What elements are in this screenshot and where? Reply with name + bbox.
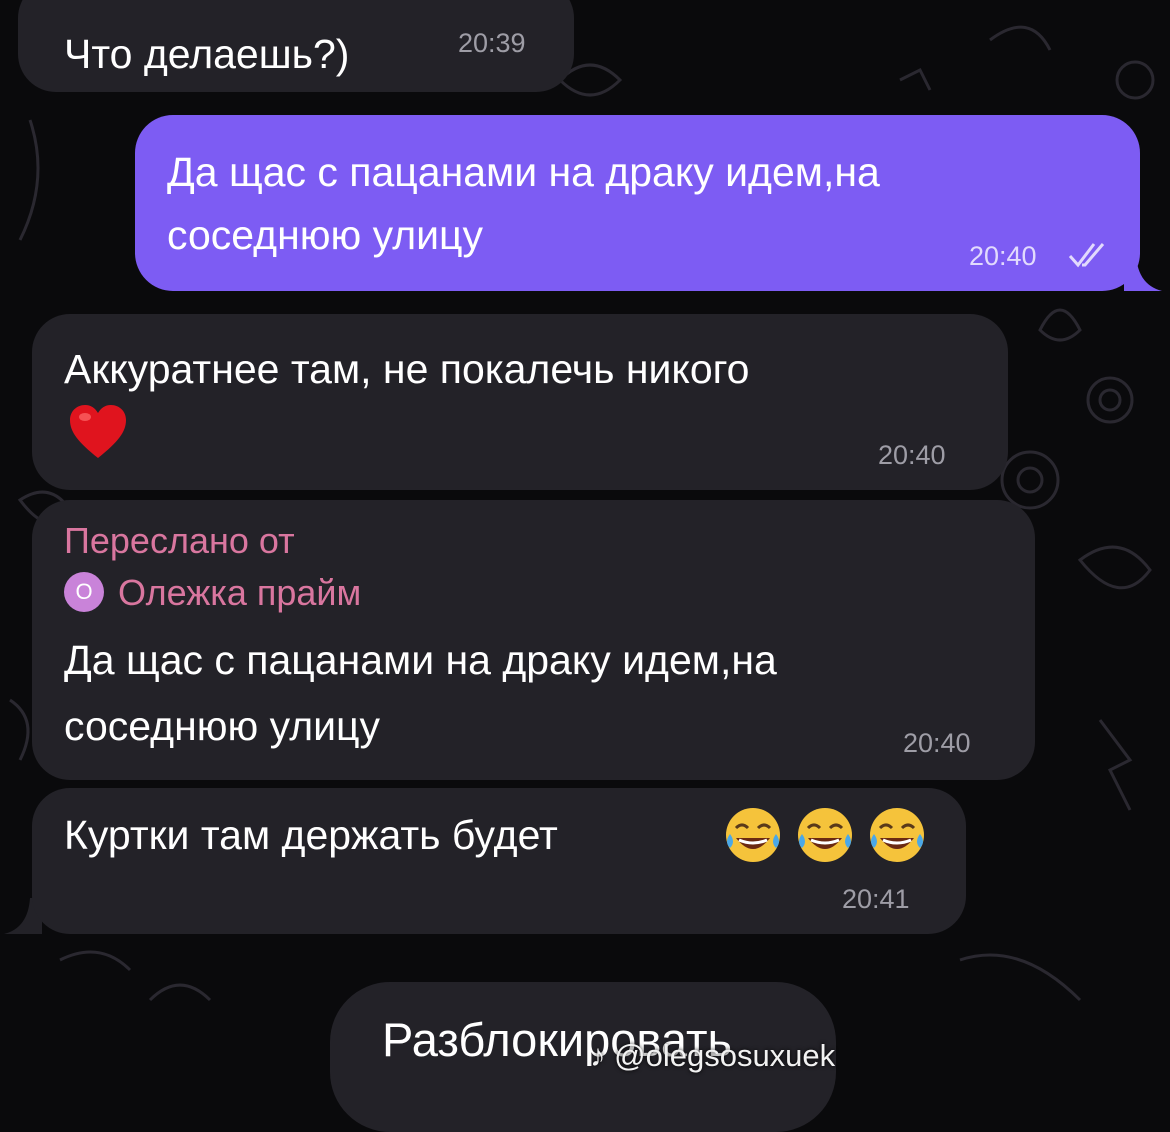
incoming-message[interactable]: Аккуратнее там, не покалечь никого 20:40 (32, 314, 1008, 490)
incoming-message[interactable]: Что делаешь?) 20:39 (18, 0, 574, 92)
message-time: 20:40 (969, 241, 1037, 271)
message-text-line-2: соседнюю улицу (167, 212, 484, 258)
message-text-line-1: Да щас с пацанами на драку идем,на (64, 637, 777, 683)
message-text: Аккуратнее там, не покалечь никого (64, 346, 750, 392)
forwarded-sender-avatar[interactable]: О (64, 572, 104, 612)
message-time: 20:39 (458, 28, 526, 58)
face-with-tears-of-joy-emoji (726, 808, 780, 862)
double-check-icon (1068, 243, 1105, 268)
message-text: Что делаешь?) (64, 31, 350, 77)
message-text-line-1: Да щас с пацанами на драку идем,на (167, 149, 880, 195)
tiktok-icon: ♪ (590, 1038, 606, 1073)
outgoing-message[interactable]: Да щас с пацанами на драку идем,на сосед… (135, 115, 1140, 291)
watermark-text: @olegsosuxuek (614, 1038, 836, 1073)
face-with-tears-of-joy-emoji (798, 808, 852, 862)
face-with-tears-of-joy-emoji (870, 808, 924, 862)
message-time: 20:40 (878, 440, 946, 470)
message-time: 20:41 (842, 884, 910, 914)
forwarded-message[interactable]: Переслано от О Олежка прайм Да щас с пац… (32, 500, 1035, 780)
incoming-message[interactable]: Куртки там держать будет 20:41 (32, 788, 966, 934)
forwarded-sender-name[interactable]: Олежка прайм (118, 572, 361, 614)
tiktok-watermark: ♪ @olegsosuxuek (590, 1038, 835, 1074)
message-text-line-2: соседнюю улицу (64, 703, 381, 749)
message-time: 20:40 (903, 728, 971, 758)
message-text: Куртки там держать будет (64, 812, 558, 858)
forwarded-from-label: Переслано от (64, 520, 295, 561)
red-heart-emoji (70, 405, 126, 458)
